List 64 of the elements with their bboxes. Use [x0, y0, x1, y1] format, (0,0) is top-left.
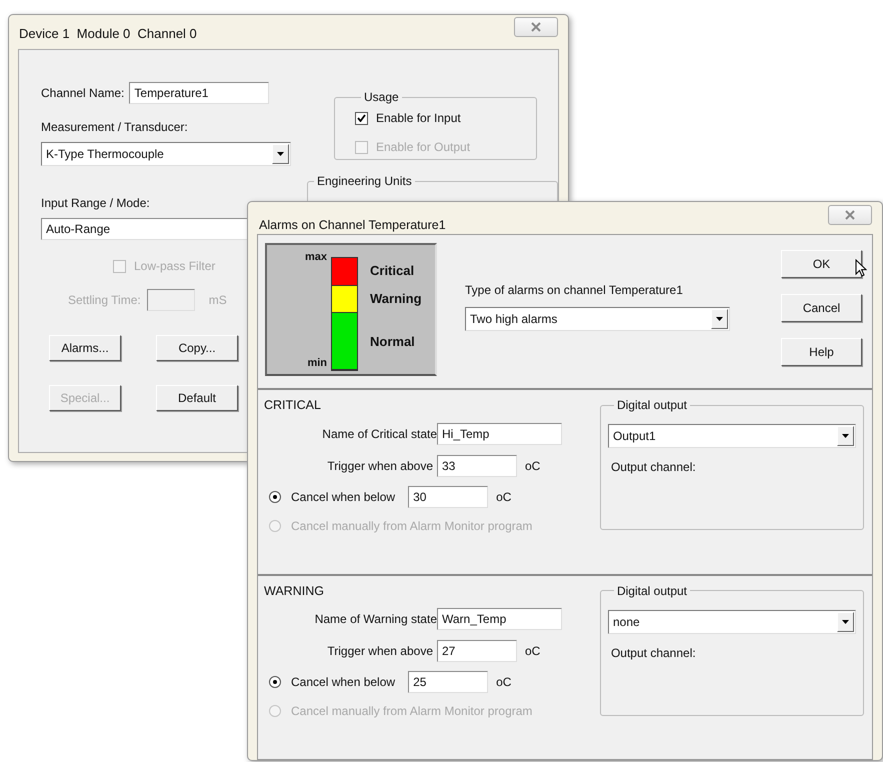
- legend-label: Normal: [370, 333, 416, 352]
- text-field[interactable]: Temperature1: [129, 82, 270, 104]
- field-label: Output channel:: [610, 459, 696, 476]
- field-label: Type of alarms on channel Temperature1: [465, 282, 684, 299]
- section-heading: CRITICAL: [264, 397, 321, 414]
- push-button[interactable]: OK: [781, 250, 862, 278]
- push-button[interactable]: Default: [156, 385, 238, 411]
- dropdown[interactable]: none: [608, 610, 856, 634]
- legend-label: Warning: [370, 290, 422, 308]
- checkbox-label: Enable for Output: [376, 139, 470, 156]
- field-label: Channel Name:: [41, 85, 124, 102]
- close-button[interactable]: [828, 205, 872, 225]
- caret-icon: [716, 317, 723, 321]
- text-field[interactable]: 33: [437, 454, 517, 477]
- dropdown[interactable]: Two high alarms: [465, 307, 730, 331]
- unit-label: mS: [208, 292, 227, 309]
- group-title: Engineering Units: [316, 173, 413, 190]
- radio-label: Cancel manually from Alarm Monitor program: [291, 703, 532, 720]
- legend-label: max: [304, 250, 327, 265]
- unit-label: oC: [525, 643, 540, 660]
- radio-button[interactable]: [269, 490, 281, 503]
- unit-label: oC: [496, 674, 512, 692]
- dropdown[interactable]: Output1: [608, 424, 856, 448]
- legend-label: Critical: [370, 262, 416, 280]
- section-heading: WARNING: [264, 582, 324, 600]
- field-label: Settling Time:: [68, 292, 141, 309]
- field-label: Name of Critical state: [321, 426, 437, 443]
- field-label: Output channel:: [610, 644, 696, 662]
- push-button[interactable]: Copy...: [156, 335, 238, 361]
- checkbox-label: Enable for Input: [376, 110, 461, 127]
- caret-icon: [842, 434, 849, 438]
- window-title: Device 1 Module 0 Channel 0: [19, 25, 197, 43]
- push-button[interactable]: Alarms...: [49, 335, 121, 361]
- close-button[interactable]: [514, 17, 558, 37]
- group-title: Digital output: [616, 582, 688, 600]
- radio-label: Cancel when below: [291, 488, 396, 506]
- field-label: Trigger when above: [326, 643, 433, 660]
- text-field[interactable]: 30: [408, 486, 488, 508]
- checkbox[interactable]: [355, 112, 368, 124]
- field-label: Measurement / Transducer:: [41, 119, 188, 136]
- legend-label: min: [307, 356, 327, 370]
- field-label: Input Range / Mode:: [41, 195, 150, 212]
- caret-icon: [277, 152, 284, 156]
- field-label: Name of Warning state: [314, 611, 437, 628]
- close-icon: [845, 210, 855, 220]
- caret-icon: [842, 620, 849, 624]
- radio-label: Cancel manually from Alarm Monitor program: [291, 518, 532, 535]
- radio-button[interactable]: [269, 676, 281, 688]
- close-icon: [531, 22, 541, 32]
- text-field[interactable]: Hi_Temp: [437, 422, 562, 445]
- cursor-icon: [855, 259, 867, 277]
- push-button[interactable]: Help: [781, 338, 862, 366]
- group-title: Digital output: [616, 397, 688, 414]
- push-button[interactable]: Cancel: [781, 294, 862, 322]
- dropdown[interactable]: K-Type Thermocouple: [41, 142, 291, 166]
- unit-label: oC: [496, 488, 512, 506]
- field-label: Trigger when above: [326, 458, 433, 475]
- unit-label: oC: [525, 458, 540, 475]
- text-field[interactable]: 27: [437, 640, 517, 662]
- text-field[interactable]: 25: [408, 671, 488, 694]
- checkbox-label: Low-pass Filter: [134, 258, 216, 275]
- radio-label: Cancel when below: [291, 674, 396, 692]
- group-title: Usage: [363, 89, 400, 106]
- text-field[interactable]: Warn_Temp: [437, 608, 562, 630]
